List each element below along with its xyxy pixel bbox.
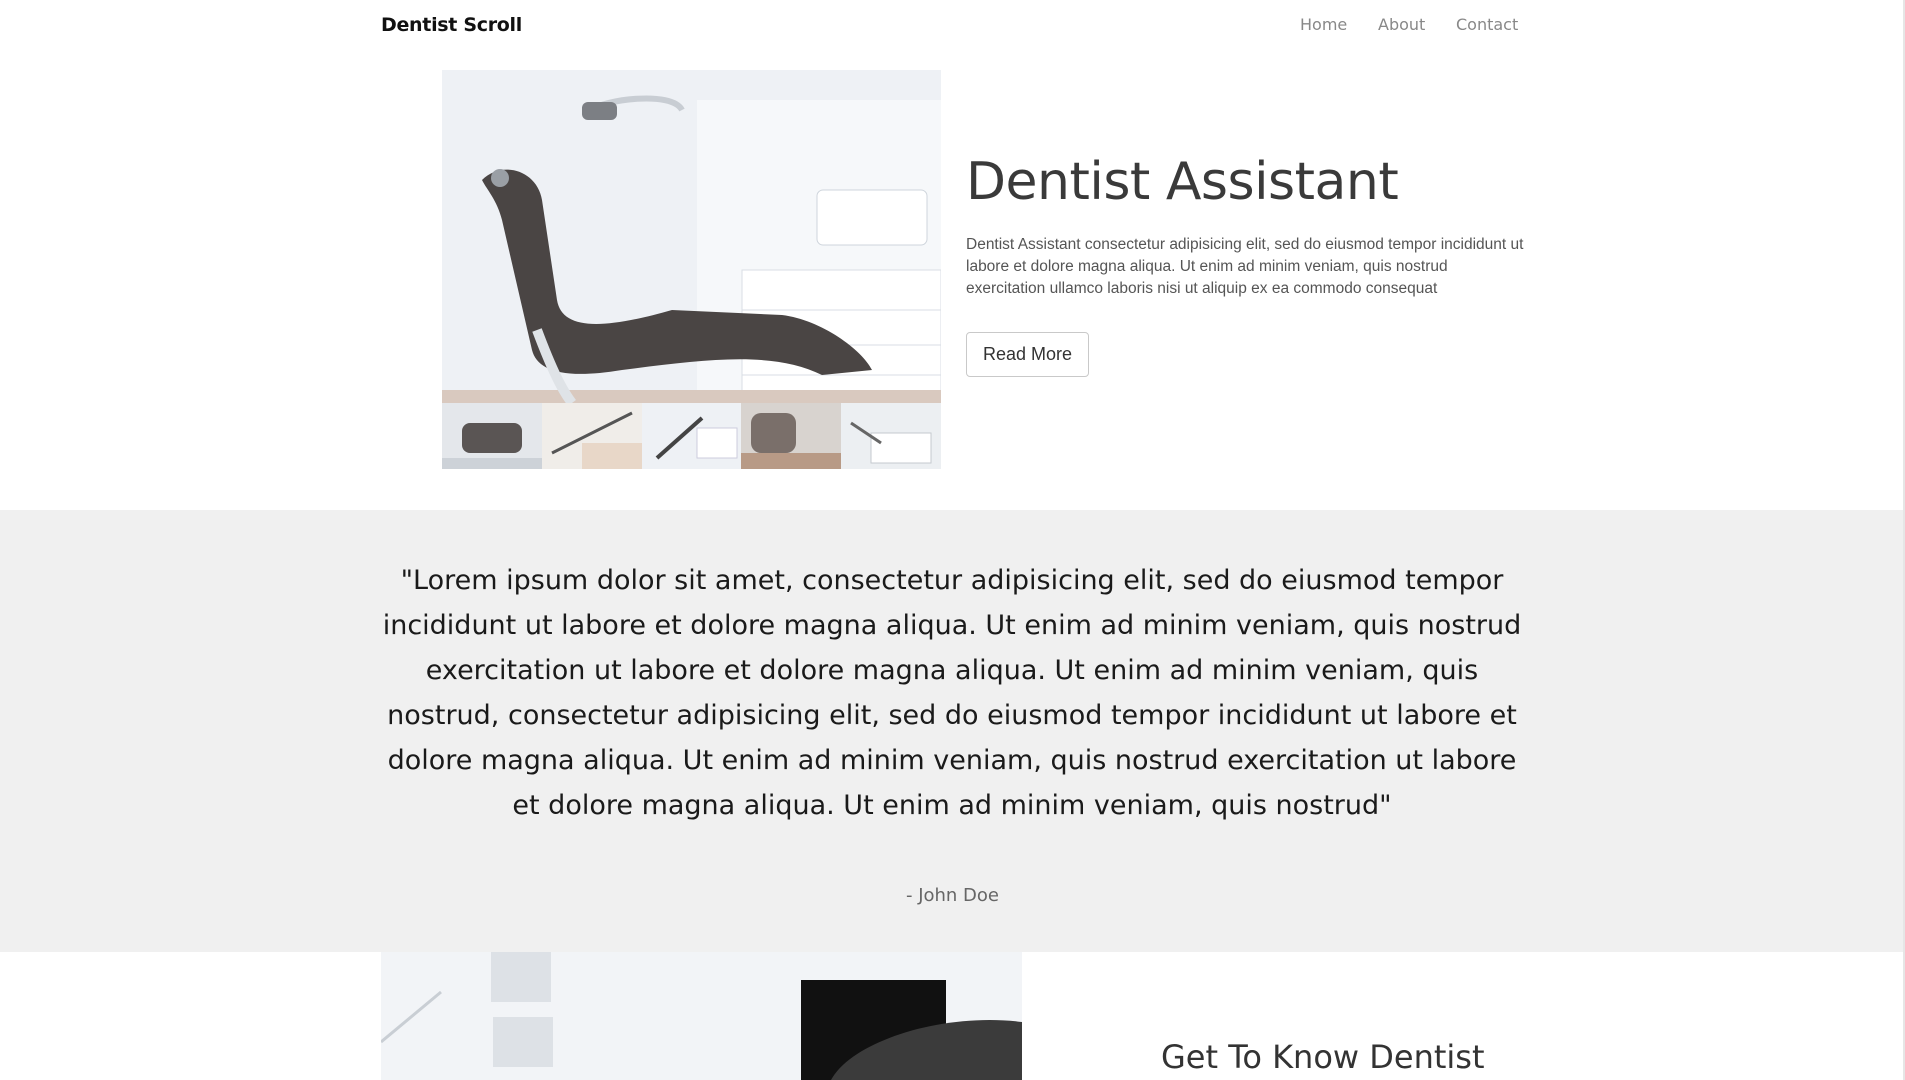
- thumbnail-4[interactable]: [741, 403, 842, 469]
- thumbnail-5[interactable]: [841, 403, 941, 469]
- nav-home[interactable]: Home: [1300, 12, 1347, 38]
- hero-description: Dentist Assistant consectetur adipisicin…: [966, 236, 1524, 297]
- main-nav: Home About Contact: [1290, 12, 1530, 38]
- hero-image-dental-chair: [442, 70, 941, 403]
- hero-title: Dentist Assistant: [966, 152, 1399, 212]
- read-more-button[interactable]: Read More: [966, 332, 1089, 377]
- thumbnail-1[interactable]: [442, 403, 542, 469]
- brand-logo[interactable]: Dentist Scroll: [381, 10, 522, 40]
- clinic-room-illustration: [381, 952, 1022, 1080]
- nav-about[interactable]: About: [1378, 12, 1425, 38]
- thumbnail-strip: [442, 403, 941, 469]
- thumbnail-3[interactable]: [641, 403, 742, 469]
- nav-contact[interactable]: Contact: [1456, 12, 1518, 38]
- clinic-room-image: [381, 952, 1022, 1080]
- testimonial-quote: "Lorem ipsum dolor sit amet, consectetur…: [382, 565, 1522, 821]
- thumbnail-2[interactable]: [541, 403, 642, 469]
- testimonial-section: "Lorem ipsum dolor sit amet, consectetur…: [0, 510, 1905, 952]
- testimonial-author: - John Doe: [905, 885, 1000, 906]
- about-section-title: Get To Know Dentist: [1161, 1038, 1485, 1076]
- dental-chair-illustration: [442, 70, 941, 403]
